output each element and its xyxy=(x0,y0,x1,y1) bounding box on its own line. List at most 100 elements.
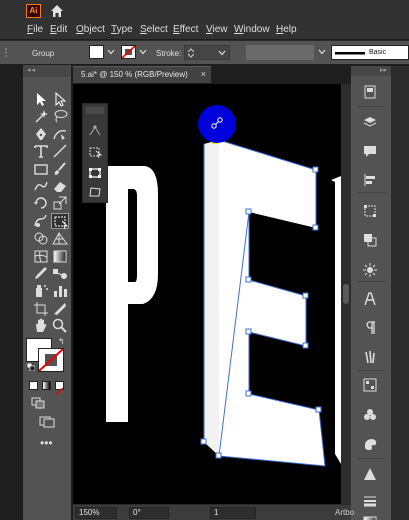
gradient-mode-button[interactable] xyxy=(42,381,51,390)
stroke-swatch[interactable] xyxy=(121,45,136,59)
symbol-sprayer-tool-icon[interactable] xyxy=(32,282,50,298)
menu-edit[interactable]: Edit xyxy=(50,24,67,35)
control-bar: Group Stroke: Basic xyxy=(0,40,409,64)
menu-window[interactable]: Window xyxy=(234,24,270,35)
blend-tool-icon[interactable] xyxy=(51,265,69,281)
stepper-icon[interactable] xyxy=(188,48,194,58)
free-transform-tool-icon[interactable] xyxy=(51,212,69,229)
panel-collapse-grip[interactable]: ▸▸ xyxy=(351,66,391,76)
panel-collapse-grip[interactable]: ◂◂ xyxy=(23,65,71,77)
status-bar: 150% 0° 1 Artbo xyxy=(73,504,354,520)
artwork xyxy=(106,136,341,467)
eraser-tool-icon[interactable] xyxy=(51,178,69,194)
stroke-weight-input[interactable] xyxy=(184,45,230,60)
screen-mode-icon[interactable] xyxy=(39,416,55,428)
default-fill-stroke-icon[interactable] xyxy=(27,363,35,371)
appearance-icon[interactable] xyxy=(362,262,378,278)
swap-fill-stroke-icon[interactable]: ↰ xyxy=(58,337,65,346)
shape-builder-tool-icon[interactable] xyxy=(32,230,50,246)
align-icon[interactable] xyxy=(362,172,378,188)
paintbrush-tool-icon[interactable] xyxy=(51,161,69,177)
fill-swatch[interactable] xyxy=(89,45,104,59)
eyedropper-tool-icon[interactable] xyxy=(32,265,50,281)
grip-icon[interactable] xyxy=(3,46,9,59)
scrollbar-thumb[interactable] xyxy=(343,284,349,304)
anchor-handle[interactable] xyxy=(198,105,236,143)
magic-wand-tool-icon[interactable] xyxy=(32,108,50,124)
color-icon[interactable] xyxy=(362,436,378,452)
vertical-scrollbar[interactable] xyxy=(341,84,351,504)
zoom-field[interactable]: 150% xyxy=(75,507,117,519)
scale-tool-icon[interactable] xyxy=(51,195,69,211)
chevron-down-icon[interactable] xyxy=(139,48,147,56)
floating-toolbar-grip[interactable] xyxy=(86,107,104,114)
color-mode-button[interactable] xyxy=(29,381,38,390)
character-icon[interactable] xyxy=(362,291,378,307)
layers-icon[interactable] xyxy=(362,114,378,130)
floating-toolbar xyxy=(82,103,108,203)
close-tab-icon[interactable]: × xyxy=(201,69,206,79)
rotate-tool-icon[interactable] xyxy=(32,195,50,211)
graph-tool-icon[interactable] xyxy=(51,282,69,298)
hand-tool-icon[interactable] xyxy=(32,317,50,333)
dock-edge xyxy=(391,66,409,520)
comments-icon[interactable] xyxy=(362,143,378,159)
menu-type[interactable]: Type xyxy=(111,24,133,35)
direct-selection-tool-icon[interactable] xyxy=(51,91,69,107)
type-tool-icon[interactable] xyxy=(32,143,50,159)
curvature-tool-icon[interactable] xyxy=(51,126,69,142)
menu-select[interactable]: Select xyxy=(140,24,168,35)
chevron-down-icon[interactable] xyxy=(318,48,326,56)
menu-view[interactable]: View xyxy=(206,24,228,35)
shaper-tool-icon[interactable] xyxy=(32,178,50,194)
variable-width-profile[interactable] xyxy=(246,45,314,60)
warp-tool-icon[interactable] xyxy=(32,213,50,229)
perspective-grid-tool-icon[interactable] xyxy=(51,230,69,246)
stroke-color-box[interactable] xyxy=(38,348,64,372)
menu-effect[interactable]: Effect xyxy=(173,24,198,35)
line-tool-icon[interactable] xyxy=(51,143,69,159)
app-bar: Ai xyxy=(0,0,409,22)
artboard-number-field[interactable]: 1 xyxy=(210,507,256,519)
letter-o-shape xyxy=(331,176,341,464)
stroke-icon[interactable] xyxy=(362,493,378,509)
rectangle-tool-icon[interactable] xyxy=(32,161,50,177)
transform-icon[interactable] xyxy=(362,203,378,219)
artboard-canvas[interactable] xyxy=(73,84,341,504)
symbols-icon[interactable] xyxy=(362,407,378,423)
zoom-tool-icon[interactable] xyxy=(51,317,69,333)
letter-p-shape xyxy=(106,166,158,422)
lasso-tool-icon[interactable] xyxy=(51,108,69,124)
perspective-distort-tool-icon[interactable] xyxy=(87,166,103,180)
panel-dock: ▸▸ xyxy=(351,66,391,520)
slice-tool-icon[interactable] xyxy=(51,300,69,316)
draw-mode-icon[interactable] xyxy=(31,397,45,409)
free-distort-tool-icon[interactable] xyxy=(87,185,103,199)
rotation-field[interactable]: 0° xyxy=(129,507,169,519)
graphic-styles-icon[interactable] xyxy=(362,377,378,393)
paragraph-icon[interactable] xyxy=(362,320,378,336)
properties-icon[interactable] xyxy=(362,84,378,100)
menu-object[interactable]: Object xyxy=(76,24,105,35)
chevron-down-icon[interactable] xyxy=(218,49,226,57)
chevron-down-icon[interactable] xyxy=(107,48,115,56)
home-icon[interactable] xyxy=(49,3,65,19)
menu-file[interactable]: File xyxy=(27,24,43,35)
free-transform-tool-icon[interactable] xyxy=(87,145,103,159)
mesh-tool-icon[interactable] xyxy=(32,248,50,264)
edit-toolbar-button[interactable]: ••• xyxy=(40,436,53,450)
gradient-icon[interactable] xyxy=(362,514,378,520)
menu-help[interactable]: Help xyxy=(276,24,297,35)
artboard-tool-icon[interactable] xyxy=(32,300,50,316)
panel-divider xyxy=(357,281,385,282)
stroke-label[interactable]: Stroke: xyxy=(156,49,181,58)
gradient-tool-icon[interactable] xyxy=(51,248,69,264)
pen-tool-icon[interactable] xyxy=(32,126,50,142)
document-tab[interactable]: 5.ai* @ 150 % (RGB/Preview) × xyxy=(73,66,211,83)
pathfinder-icon[interactable] xyxy=(362,232,378,248)
puppet-warp-tool-icon[interactable] xyxy=(87,124,103,138)
selection-tool-icon[interactable] xyxy=(32,91,50,107)
color-guide-icon[interactable] xyxy=(362,466,378,482)
libraries-icon[interactable] xyxy=(362,349,378,365)
none-mode-button[interactable] xyxy=(55,381,64,396)
